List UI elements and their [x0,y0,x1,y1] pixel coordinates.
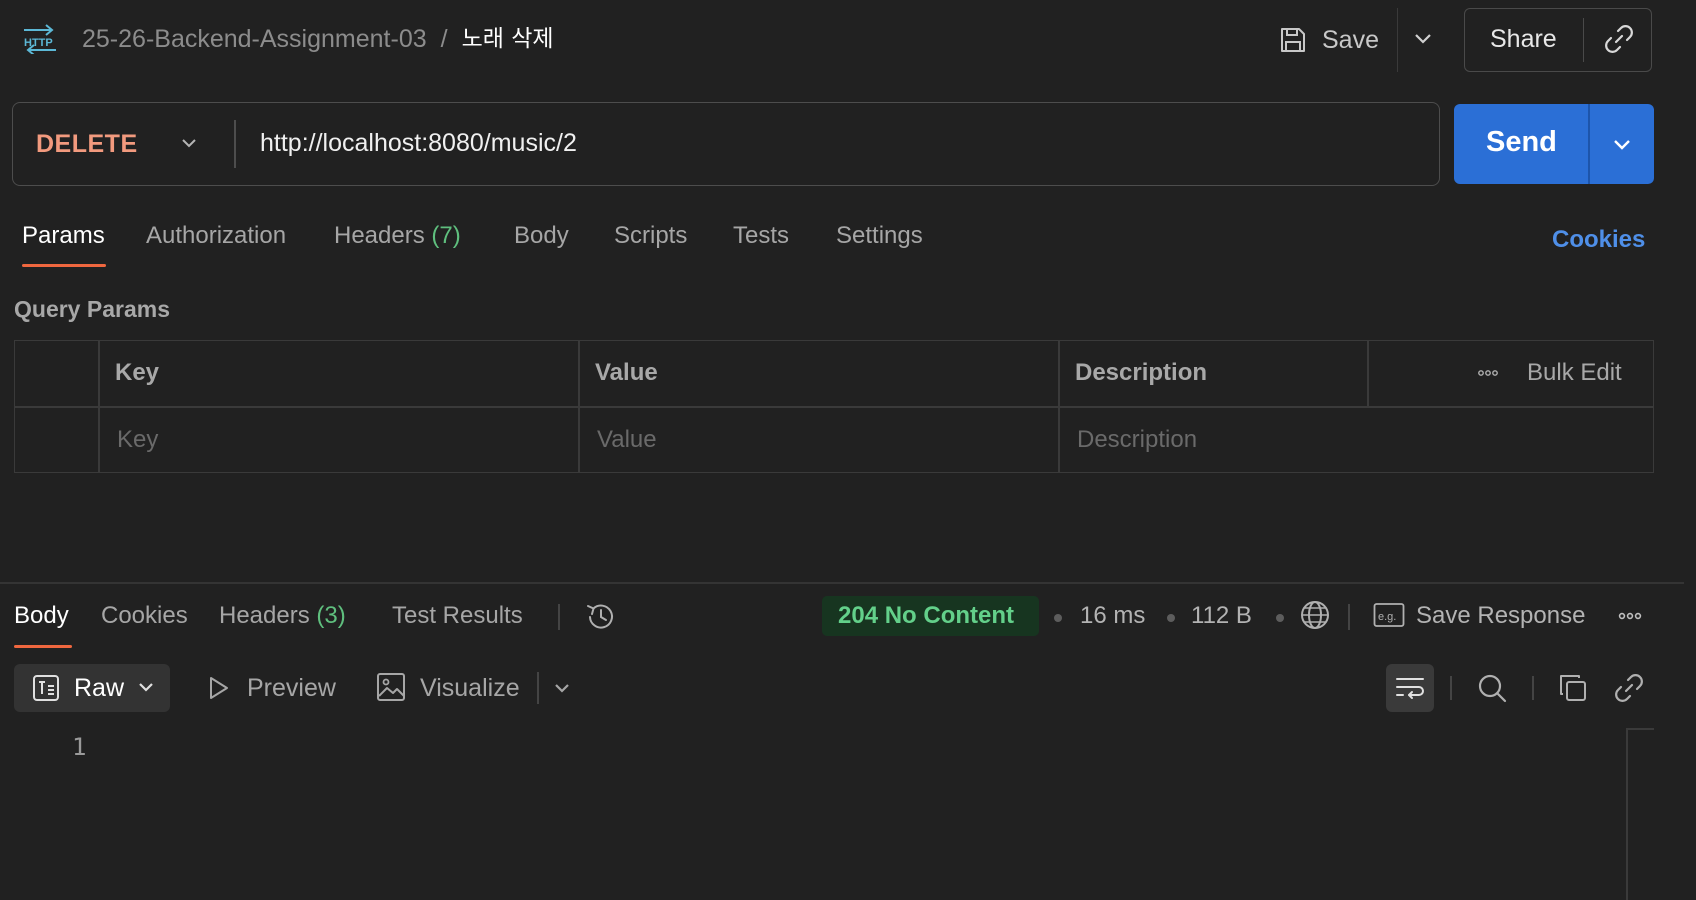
text-format-icon [32,674,60,702]
share-divider [1583,18,1584,62]
preview-button[interactable]: Preview [247,672,336,704]
more-horizontal-icon[interactable] [1474,361,1502,385]
query-params-title: Query Params [14,296,170,322]
breadcrumb-collection[interactable]: 25-26-Backend-Assignment-03 [82,24,427,54]
method-select[interactable]: DELETE [36,128,138,160]
wrap-lines-icon [1394,672,1426,704]
response-tab-body[interactable]: Body [14,600,69,632]
play-icon[interactable] [204,674,232,702]
toolbar-divider [537,672,539,704]
table-divider [1367,340,1369,406]
globe-icon[interactable] [1298,598,1332,632]
url-divider [234,120,236,168]
link-icon[interactable] [1602,22,1636,56]
description-input[interactable]: Description [1077,425,1197,455]
response-headers-count: (3) [316,602,346,629]
table-row-divider [14,406,1654,408]
tab-settings[interactable]: Settings [836,220,923,252]
column-header-key: Key [115,359,160,386]
copy-icon[interactable] [1557,672,1589,704]
toolbar-divider [1532,676,1534,700]
request-url-bar [12,102,1440,186]
cookies-link[interactable]: Cookies [1552,224,1645,256]
eg-icon: e.g. [1373,602,1405,628]
chevron-down-icon [134,675,158,699]
active-tab-underline [14,645,72,648]
request-name[interactable]: 노래 삭제 [462,24,554,54]
url-input[interactable]: http://localhost:8080/music/2 [260,127,577,159]
scrollbar[interactable] [1626,728,1628,900]
line-number: 1 [72,733,87,761]
save-icon [1278,25,1308,55]
tab-params[interactable]: Params [22,220,105,252]
link-icon[interactable] [1613,672,1645,704]
chevron-down-icon[interactable] [1608,130,1636,158]
save-button[interactable]: Save [1278,18,1379,62]
send-divider [1588,104,1590,184]
separator-dot [1276,614,1284,622]
chevron-down-icon[interactable] [1408,24,1438,54]
separator-dot [1167,614,1175,622]
toolbar-divider [1450,676,1452,700]
save-divider [1397,8,1398,72]
status-text: 204 No Content [838,602,1015,629]
format-label: Raw [74,674,125,702]
search-icon[interactable] [1476,672,1508,704]
chevron-down-icon[interactable] [550,676,574,700]
breadcrumb-separator: / [440,25,448,53]
response-tab-cookies[interactable]: Cookies [101,600,188,632]
column-header-description: Description [1075,359,1208,386]
active-tab-underline [22,264,106,267]
value-input[interactable]: Value [597,425,657,455]
svg-text:HTTP: HTTP [24,37,53,49]
image-icon[interactable] [376,672,406,702]
toolbar-divider [558,604,560,630]
tab-scripts[interactable]: Scripts [614,220,687,252]
more-horizontal-icon[interactable] [1614,604,1646,628]
response-tab-test-results[interactable]: Test Results [392,600,523,632]
breadcrumb: 25-26-Backend-Assignment-03 / 노래 삭제 [82,24,554,54]
tab-headers-count: (7) [431,222,461,249]
bulk-edit-button[interactable]: Bulk Edit [1527,358,1622,388]
visualize-button[interactable]: Visualize [420,672,520,704]
separator-dot [1054,614,1062,622]
send-label: Send [1486,126,1557,158]
tab-tests[interactable]: Tests [733,220,789,252]
tab-authorization[interactable]: Authorization [146,220,286,252]
response-size[interactable]: 112 B [1191,601,1252,631]
column-header-value: Value [595,359,658,386]
tab-headers[interactable]: Headers (7) [334,220,461,252]
save-response-button[interactable]: Save Response [1416,601,1585,631]
response-tab-headers[interactable]: Headers (3) [219,600,346,632]
history-icon[interactable] [584,600,618,634]
share-label: Share [1490,25,1557,53]
chevron-down-icon[interactable] [176,130,202,156]
response-headers-label: Headers [219,602,310,629]
svg-text:e.g.: e.g. [1378,611,1396,623]
response-divider[interactable] [0,582,1684,584]
scrollbar-cap [1626,728,1654,730]
response-time[interactable]: 16 ms [1080,601,1145,631]
toolbar-divider [1348,604,1350,630]
http-icon: HTTP [22,24,58,54]
key-input[interactable]: Key [117,425,158,455]
tab-body[interactable]: Body [514,220,569,252]
save-label: Save [1322,25,1379,54]
tab-headers-label: Headers [334,222,425,249]
